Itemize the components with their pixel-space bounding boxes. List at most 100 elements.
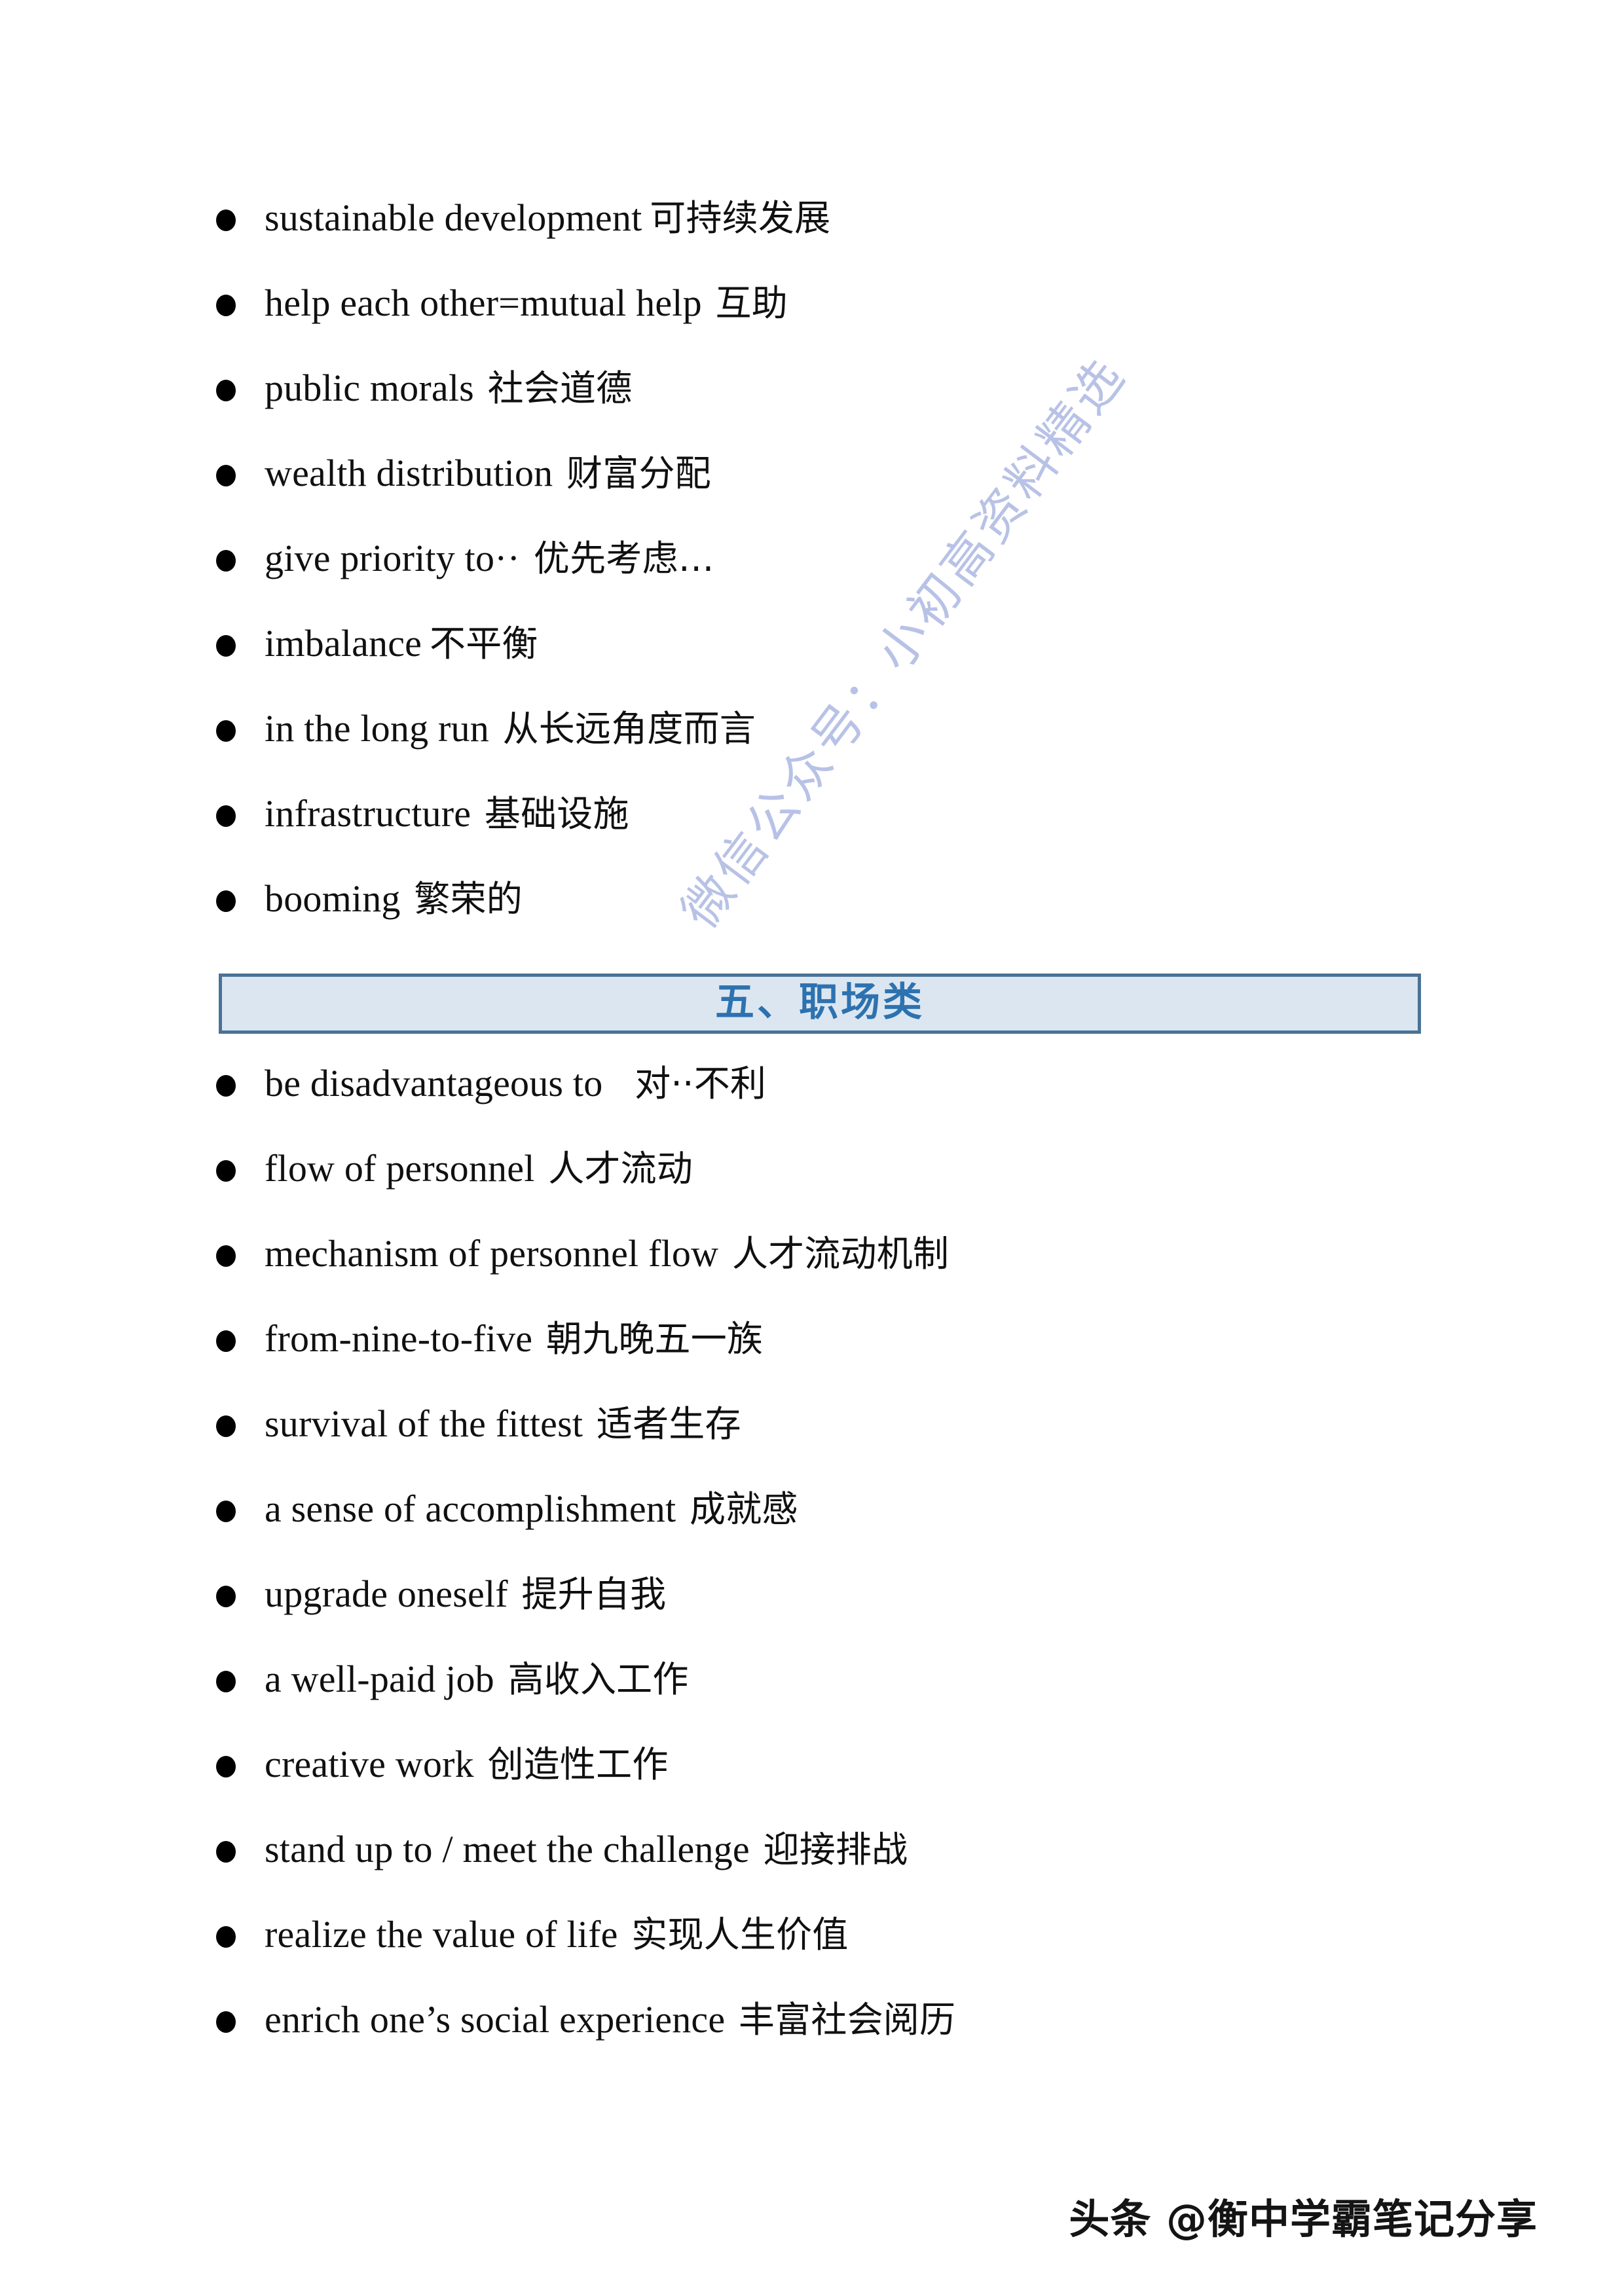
vocab-term-en: stand up to / meet the challenge [265, 1828, 750, 1870]
vocab-text: wealth distribution 财富分配 [263, 431, 711, 516]
vocab-text: flow of personnel 人才流动 [263, 1126, 693, 1211]
vocab-gloss-zh: 互助 [715, 282, 788, 324]
bullet-dot-icon [216, 1901, 263, 1986]
bullet-dot-icon [216, 610, 263, 695]
bullet-dot-icon [216, 524, 263, 610]
vocab-term-en: booming [265, 877, 401, 920]
bullet-dot-icon [216, 1305, 263, 1390]
vocab-row: help each other=mutual help 互助 [216, 261, 1428, 346]
vocab-gloss-zh: 人才流动 [548, 1148, 693, 1190]
vocab-gloss-zh: 实现人生价值 [631, 1914, 849, 1956]
vocab-row: upgrade oneself 提升自我 [216, 1552, 1428, 1637]
vocab-text: mechanism of personnel flow 人才流动机制 [263, 1211, 949, 1296]
vocab-row: public morals 社会道德 [216, 346, 1428, 431]
vocab-text: a sense of accomplishment 成就感 [263, 1467, 798, 1552]
vocab-row: from-nine-to-five 朝九晚五一族 [216, 1296, 1428, 1381]
document-page: sustainable development 可持续发展 help each ot… [0, 0, 1624, 2296]
vocab-row: a sense of accomplishment 成就感 [216, 1467, 1428, 1552]
vocab-gloss-zh: 丰富社会阅历 [738, 1999, 956, 2041]
vocab-row: creative work 创造性工作 [216, 1722, 1428, 1807]
vocab-text: upgrade oneself 提升自我 [263, 1552, 666, 1637]
footer-credit: 头条 @衡中学霸笔记分享 [1069, 2195, 1538, 2243]
vocab-term-en: from-nine-to-five [265, 1317, 533, 1360]
vocab-row: give priority to·· 优先考虑… [216, 516, 1428, 601]
vocab-term-en: flow of personnel [265, 1147, 535, 1190]
vocab-text: a well-paid job 高收入工作 [263, 1637, 689, 1722]
bullet-dot-icon [216, 439, 263, 524]
vocab-row: realize the value of life 实现人生价值 [216, 1892, 1428, 1977]
vocab-term-en: help each other=mutual help [265, 282, 702, 324]
vocab-row: booming 繁荣的 [216, 856, 1428, 941]
vocab-row: survival of the fittest 适者生存 [216, 1381, 1428, 1467]
vocab-gloss-zh: 迎接排战 [763, 1829, 908, 1870]
vocab-row: flow of personnel 人才流动 [216, 1126, 1428, 1211]
vocab-text: be disadvantageous to 对··不利 [263, 1041, 766, 1126]
vocab-text: sustainable development 可持续发展 [263, 175, 830, 261]
bullet-dot-icon [216, 1390, 263, 1475]
bullet-dot-icon [216, 695, 263, 780]
section-header-title: 五、职场类 [715, 979, 925, 1025]
vocab-gloss-zh: 财富分配 [566, 452, 711, 494]
vocab-text: survival of the fittest 适者生存 [263, 1381, 741, 1467]
vocab-row: sustainable development 可持续发展 [216, 175, 1428, 261]
bullet-dot-icon [216, 1049, 263, 1135]
vocab-row: wealth distribution 财富分配 [216, 431, 1428, 516]
vocab-text: booming 繁荣的 [263, 856, 523, 941]
vocab-gloss-zh: 人才流动机制 [731, 1233, 950, 1275]
bullet-dot-icon [216, 354, 263, 439]
vocab-term-en: be disadvantageous to [265, 1062, 603, 1104]
bullet-dot-icon [216, 1560, 263, 1645]
vocab-term-en: public morals [265, 367, 474, 409]
vocab-gloss-zh: 适者生存 [596, 1403, 741, 1445]
vocab-row: in the long run 从长远角度而言 [216, 686, 1428, 771]
vocab-gloss-zh: 基础设施 [484, 793, 629, 835]
vocab-term-en: enrich one’s social experience [265, 1998, 726, 2041]
vocab-gloss-zh: 对··不利 [635, 1063, 767, 1104]
vocab-gloss-zh: 成就感 [690, 1488, 798, 1530]
bullet-dot-icon [216, 1986, 263, 2071]
vocab-row: infrastructure 基础设施 [216, 771, 1428, 856]
bullet-dot-icon [216, 865, 263, 950]
vocab-term-en: a sense of accomplishment [265, 1487, 676, 1530]
vocab-text: give priority to·· 优先考虑… [263, 516, 714, 601]
vocab-row: mechanism of personnel flow 人才流动机制 [216, 1211, 1428, 1296]
vocab-term-en: survival of the fittest [265, 1402, 583, 1445]
bullet-dot-icon [216, 780, 263, 865]
vocab-gloss-zh: 从长远角度而言 [502, 708, 756, 750]
vocab-gloss-zh: 提升自我 [521, 1573, 667, 1615]
vocab-term-en: infrastructure [265, 792, 471, 835]
vocab-term-en: upgrade oneself [265, 1573, 508, 1615]
vocab-term-en: realize the value of life [265, 1913, 618, 1956]
vocab-text: realize the value of life 实现人生价值 [263, 1892, 848, 1977]
vocab-term-en: in the long run [265, 707, 489, 750]
bullet-dot-icon [216, 1815, 263, 1901]
vocab-gloss-zh: 繁荣的 [414, 878, 523, 920]
vocab-text: public morals 社会道德 [263, 346, 632, 431]
vocab-row: be disadvantageous to 对··不利 [216, 1041, 1428, 1126]
vocab-text: creative work 创造性工作 [263, 1722, 669, 1807]
vocab-row: imbalance 不平衡 [216, 601, 1428, 686]
vocab-gloss-zh: 高收入工作 [507, 1658, 689, 1700]
vocab-term-en: creative work [265, 1743, 474, 1785]
vocab-row: enrich one’s social experience 丰富社会阅历 [216, 1977, 1428, 2062]
vocab-text: infrastructure 基础设施 [263, 771, 629, 856]
vocab-text: in the long run 从长远角度而言 [263, 686, 756, 771]
vocab-gloss-zh: 可持续发展 [650, 197, 831, 239]
vocab-term-en: wealth distribution [265, 452, 553, 494]
bullet-dot-icon [216, 184, 263, 269]
vocab-text: help each other=mutual help 互助 [263, 261, 788, 346]
vocab-gloss-zh: 不平衡 [430, 623, 538, 665]
vocab-row: a well-paid job 高收入工作 [216, 1637, 1428, 1722]
bullet-dot-icon [216, 1220, 263, 1305]
bullet-dot-icon [216, 1730, 263, 1815]
bullet-dot-icon [216, 1135, 263, 1220]
vocab-text: stand up to / meet the challenge 迎接排战 [263, 1807, 908, 1892]
bullet-dot-icon [216, 1475, 263, 1560]
bullet-dot-icon [216, 269, 263, 354]
vocab-gloss-zh: 朝九晚五一族 [545, 1318, 764, 1360]
vocab-text: from-nine-to-five 朝九晚五一族 [263, 1296, 763, 1381]
vocab-row: stand up to / meet the challenge 迎接排战 [216, 1807, 1428, 1892]
vocab-gloss-zh: 创造性工作 [487, 1743, 669, 1785]
vocab-term-en: give priority to·· [265, 537, 521, 579]
bullet-dot-icon [216, 1645, 263, 1730]
